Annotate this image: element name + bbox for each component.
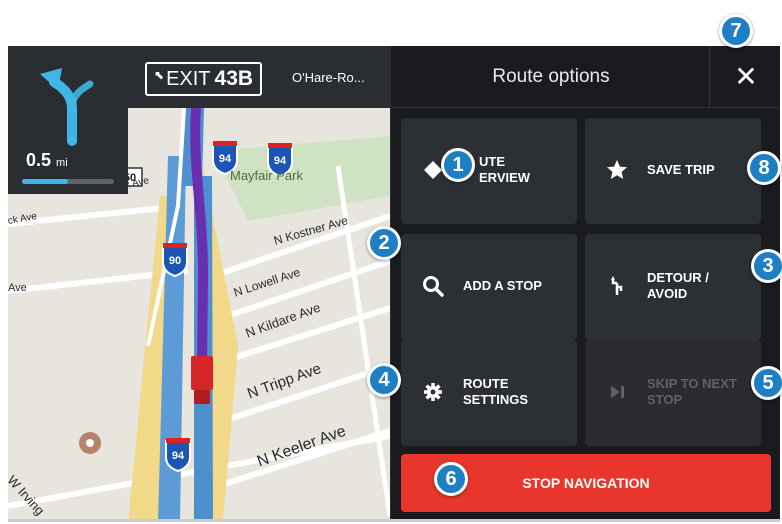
gear-icon (424, 383, 442, 401)
exit-road-name: O'Hare-Ro... (292, 70, 365, 85)
svg-text:94: 94 (172, 450, 185, 462)
distance-to-turn: 0.5 mi (26, 150, 68, 170)
callout-badge-8: 8 (747, 151, 781, 185)
route-settings-button[interactable]: ROUTE SETTINGS (401, 340, 577, 446)
close-button[interactable]: ✕ (711, 46, 780, 108)
up-left-arrow-icon: ⬉ (154, 68, 165, 82)
exit-info-bar: ⬉ EXIT 43B O'Hare-Ro... (128, 46, 390, 108)
svg-text:90: 90 (169, 255, 181, 267)
vehicle-marker (191, 356, 213, 390)
svg-text:94: 94 (274, 155, 287, 167)
star-icon (607, 160, 627, 179)
turn-instruction-panel: 0.5 mi (8, 46, 128, 194)
detour-avoid-button[interactable]: DETOUR / AVOID (585, 234, 761, 340)
callout-badge-4: 4 (367, 363, 401, 397)
park-label: Mayfair Park (230, 168, 303, 183)
callout-badge-3: 3 (751, 249, 782, 283)
panel-header: Route options ✕ (391, 46, 780, 108)
panel-title: Route options (492, 66, 610, 87)
route-options-panel: Route options ✕ UTE ERVIEW SAVE TRIP ADD … (390, 46, 780, 519)
street-label: Ave (8, 282, 27, 294)
exit-sign: ⬉ EXIT 43B (145, 62, 263, 96)
add-a-stop-button[interactable]: ADD A STOP (401, 234, 577, 340)
search-icon (423, 276, 444, 297)
turn-arrow-icon (40, 68, 94, 146)
callout-badge-7: 7 (719, 14, 753, 48)
save-trip-button[interactable]: SAVE TRIP (585, 118, 761, 224)
route-overview-button[interactable]: UTE ERVIEW (401, 118, 577, 224)
divider (709, 46, 710, 108)
skip-next-icon (611, 386, 624, 398)
svg-text:94: 94 (219, 153, 232, 165)
callout-badge-2: 2 (367, 226, 401, 260)
skip-to-next-stop-button[interactable]: SKIP TO NEXT STOP (585, 340, 761, 446)
navigation-screen: 94 94 90 94 50 N Knox Ave Mayfair Park N… (8, 46, 780, 522)
distance-progress-bar (22, 179, 114, 184)
callout-badge-6: 6 (434, 462, 468, 496)
detour-icon (611, 276, 623, 295)
map-view[interactable]: 94 94 90 94 50 N Knox Ave Mayfair Park N… (8, 46, 390, 519)
callout-badge-5: 5 (751, 366, 782, 400)
callout-badge-1: 1 (441, 148, 475, 182)
